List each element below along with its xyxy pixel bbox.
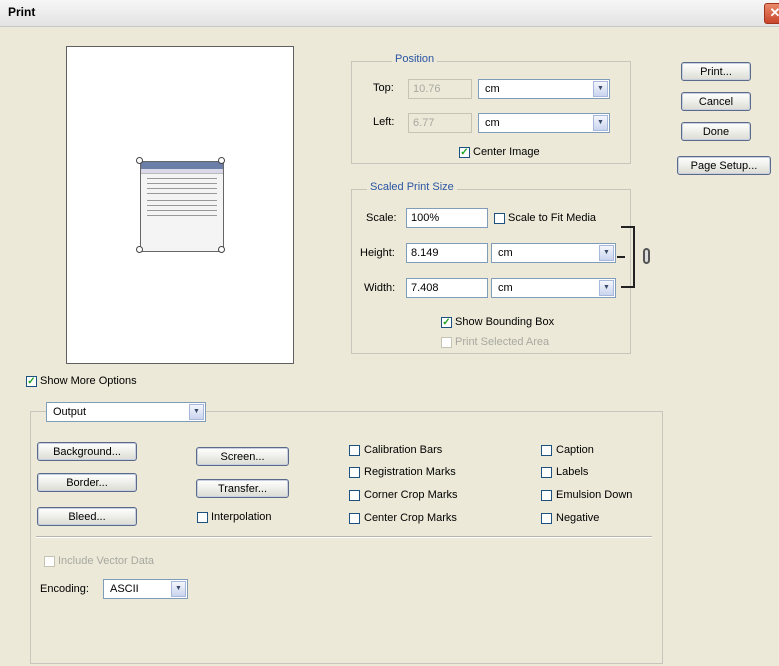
show-bounding-box-label: Show Bounding Box <box>455 316 555 328</box>
thumbnail-line <box>147 200 217 201</box>
done-button[interactable]: Done <box>681 122 751 141</box>
corner-crop-marks-checkbox[interactable] <box>349 490 360 501</box>
registration-marks-checkbox[interactable] <box>349 467 360 478</box>
emulsion-down-checkbox[interactable] <box>541 490 552 501</box>
chevron-down-icon: ▼ <box>593 115 608 131</box>
bbox-handle[interactable] <box>136 246 143 253</box>
print-preview <box>66 46 294 364</box>
scale-label: Scale: <box>366 212 397 224</box>
link-connector <box>617 256 625 258</box>
corner-crop-marks-label: Corner Crop Marks <box>364 489 458 501</box>
width-label: Width: <box>364 282 396 294</box>
print-dialog: Print ✕ Print... Cancel Done Page Setup.… <box>0 0 779 666</box>
left-input[interactable]: 6.77 <box>408 113 472 133</box>
height-input[interactable]: 8.149 <box>406 243 488 263</box>
caption-checkbox[interactable] <box>541 445 552 456</box>
calibration-bars-checkbox[interactable] <box>349 445 360 456</box>
encoding-value: ASCII <box>110 583 139 595</box>
show-bounding-box-checkbox[interactable]: ✓ <box>441 317 452 328</box>
bleed-button[interactable]: Bleed... <box>37 507 137 526</box>
left-unit-value: cm <box>485 117 500 129</box>
thumbnail-line <box>147 193 217 194</box>
registration-marks-label: Registration Marks <box>364 466 456 478</box>
transfer-button[interactable]: Transfer... <box>196 479 289 498</box>
window-title: Print <box>8 5 36 19</box>
emulsion-down-label: Emulsion Down <box>556 489 633 501</box>
encoding-label: Encoding: <box>40 583 89 595</box>
show-more-options-label: Show More Options <box>40 375 137 387</box>
scale-to-fit-label: Scale to Fit Media <box>508 212 597 224</box>
height-unit-value: cm <box>498 247 513 259</box>
scaled-print-size-legend: Scaled Print Size <box>367 181 457 193</box>
center-crop-marks-label: Center Crop Marks <box>364 512 457 524</box>
screen-button[interactable]: Screen... <box>196 447 289 466</box>
chain-link-icon[interactable] <box>643 248 650 264</box>
top-input[interactable]: 10.76 <box>408 79 472 99</box>
calibration-bars-label: Calibration Bars <box>364 444 443 456</box>
thumbnail-line <box>147 178 217 179</box>
chevron-down-icon: ▼ <box>189 404 204 420</box>
left-label: Left: <box>373 116 395 128</box>
bbox-handle[interactable] <box>136 157 143 164</box>
thumbnail-line <box>147 210 217 211</box>
page-setup-button[interactable]: Page Setup... <box>677 156 771 175</box>
checkmark-icon: ✓ <box>442 317 451 328</box>
print-selected-area-label: Print Selected Area <box>455 336 550 348</box>
labels-checkbox[interactable] <box>541 467 552 478</box>
center-crop-marks-checkbox[interactable] <box>349 513 360 524</box>
include-vector-data-label: Include Vector Data <box>58 555 155 567</box>
cancel-button[interactable]: Cancel <box>681 92 751 111</box>
width-input[interactable]: 7.408 <box>406 278 488 298</box>
output-section-value: Output <box>53 406 87 418</box>
chevron-down-icon: ▼ <box>593 81 608 97</box>
interpolation-label: Interpolation <box>211 511 272 523</box>
thumbnail-line <box>147 183 217 184</box>
include-vector-data-checkbox[interactable] <box>44 556 55 567</box>
scale-input[interactable]: 100% <box>406 208 488 228</box>
negative-checkbox[interactable] <box>541 513 552 524</box>
center-image-checkbox[interactable]: ✓ <box>459 147 470 158</box>
border-button[interactable]: Border... <box>37 473 137 492</box>
top-unit-select[interactable]: cm ▼ <box>478 79 610 99</box>
checkmark-icon: ✓ <box>27 376 36 387</box>
thumbnail-line <box>147 205 217 206</box>
top-unit-value: cm <box>485 83 500 95</box>
negative-label: Negative <box>556 512 600 524</box>
interpolation-checkbox[interactable] <box>197 512 208 523</box>
chevron-down-icon: ▼ <box>599 245 614 261</box>
checkmark-icon: ✓ <box>460 147 469 158</box>
height-label: Height: <box>360 247 395 259</box>
top-label: Top: <box>373 82 394 94</box>
scale-to-fit-checkbox[interactable] <box>494 213 505 224</box>
bbox-handle[interactable] <box>218 157 225 164</box>
output-section-select[interactable]: Output ▼ <box>46 402 206 422</box>
options-divider <box>36 536 652 538</box>
image-thumbnail[interactable] <box>140 161 224 252</box>
position-legend: Position <box>392 53 438 65</box>
height-unit-select[interactable]: cm ▼ <box>491 243 616 263</box>
encoding-select[interactable]: ASCII ▼ <box>103 579 188 599</box>
show-more-options-checkbox[interactable]: ✓ <box>26 376 37 387</box>
chevron-down-icon: ▼ <box>599 280 614 296</box>
width-unit-value: cm <box>498 282 513 294</box>
thumbnail-line <box>147 188 217 189</box>
background-button[interactable]: Background... <box>37 442 137 461</box>
thumbnail-titlebar <box>141 162 223 169</box>
bbox-handle[interactable] <box>218 246 225 253</box>
thumbnail-menubar <box>141 169 223 174</box>
thumbnail-line <box>147 215 217 216</box>
close-icon: ✕ <box>769 5 779 20</box>
left-unit-select[interactable]: cm ▼ <box>478 113 610 133</box>
close-button[interactable]: ✕ <box>764 3 779 24</box>
caption-label: Caption <box>556 444 594 456</box>
width-unit-select[interactable]: cm ▼ <box>491 278 616 298</box>
print-selected-area-checkbox[interactable] <box>441 337 452 348</box>
center-image-label: Center Image <box>473 146 540 158</box>
chevron-down-icon: ▼ <box>171 581 186 597</box>
print-button[interactable]: Print... <box>681 62 751 81</box>
labels-label: Labels <box>556 466 589 478</box>
title-bar: Print ✕ <box>0 0 779 27</box>
